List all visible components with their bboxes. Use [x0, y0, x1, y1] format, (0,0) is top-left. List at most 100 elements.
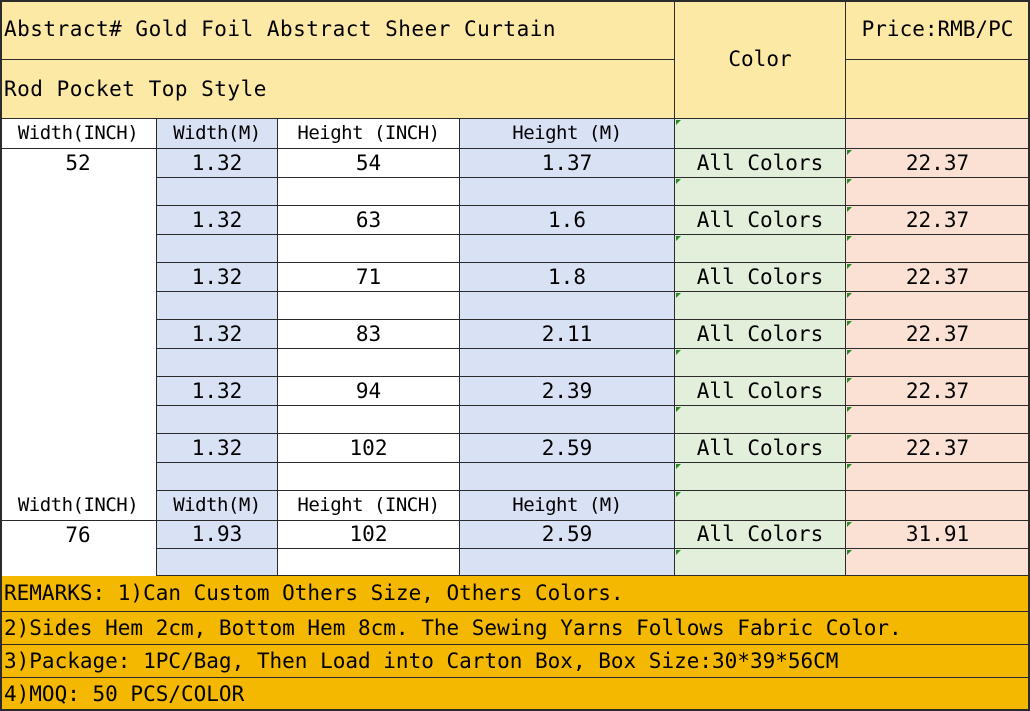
blank-cell — [157, 463, 278, 491]
blank-cell — [460, 463, 675, 491]
cell-height-m: 2.39 — [460, 377, 675, 406]
cell-price: 22.37 — [846, 377, 1030, 406]
blank-cell — [846, 349, 1030, 377]
blank-cell — [460, 549, 675, 576]
cell-width-inch: 52 — [0, 149, 157, 178]
blank-cell — [278, 463, 460, 491]
cell-height-inch: 71 — [278, 263, 460, 292]
cell-width-m: 1.32 — [157, 377, 278, 406]
blank-cell — [846, 292, 1030, 320]
cell-width-inch — [0, 320, 157, 349]
price-header-blank — [846, 491, 1030, 521]
blank-cell — [157, 406, 278, 434]
cell-width-m: 1.32 — [157, 434, 278, 463]
blank-cell — [846, 463, 1030, 491]
color-header: Color — [675, 0, 846, 119]
cell-price: 22.37 — [846, 320, 1030, 349]
cell-color: All Colors — [675, 377, 846, 406]
cell-height-m: 2.59 — [460, 434, 675, 463]
cell-color: All Colors — [675, 434, 846, 463]
blank-cell — [278, 292, 460, 320]
blank-cell — [278, 235, 460, 263]
cell-height-inch: 54 — [278, 149, 460, 178]
blank-cell — [675, 292, 846, 320]
cell-width-inch: 76 — [0, 521, 157, 549]
blank-cell — [0, 178, 157, 206]
blank-cell — [0, 549, 157, 576]
blank-cell — [460, 292, 675, 320]
title-line-1: Abstract# Gold Foil Abstract Sheer Curta… — [0, 0, 675, 60]
blank-cell — [0, 235, 157, 263]
cell-color: All Colors — [675, 263, 846, 292]
cell-price: 22.37 — [846, 149, 1030, 178]
cell-color: All Colors — [675, 149, 846, 178]
color-header-blank — [675, 491, 846, 521]
blank-cell — [675, 178, 846, 206]
cell-height-m: 1.8 — [460, 263, 675, 292]
cell-height-m: 1.37 — [460, 149, 675, 178]
blank-cell — [846, 549, 1030, 576]
cell-width-inch — [0, 206, 157, 235]
blank-cell — [278, 549, 460, 576]
title-line-2: Rod Pocket Top Style — [0, 60, 675, 119]
blank-cell — [0, 349, 157, 377]
cell-color: All Colors — [675, 206, 846, 235]
remark-line-3: 3)Package: 1PC/Bag, Then Load into Carto… — [0, 645, 1030, 678]
cell-width-m: 1.32 — [157, 206, 278, 235]
blank-cell — [846, 235, 1030, 263]
cell-height-inch: 63 — [278, 206, 460, 235]
blank-cell — [846, 406, 1030, 434]
blank-cell — [157, 549, 278, 576]
color-header-blank — [675, 119, 846, 149]
col-height-m-header: Height (M) — [460, 491, 675, 521]
cell-width-m: 1.32 — [157, 320, 278, 349]
cell-color: All Colors — [675, 521, 846, 549]
cell-price: 31.91 — [846, 521, 1030, 549]
blank-cell — [460, 235, 675, 263]
cell-height-inch: 94 — [278, 377, 460, 406]
cell-height-m: 2.59 — [460, 521, 675, 549]
cell-height-m: 1.6 — [460, 206, 675, 235]
price-header: Price:RMB/PC — [846, 0, 1030, 60]
blank-cell — [675, 235, 846, 263]
blank-cell — [0, 292, 157, 320]
blank-cell — [157, 349, 278, 377]
blank-cell — [460, 178, 675, 206]
cell-width-m: 1.32 — [157, 263, 278, 292]
cell-width-m: 1.32 — [157, 149, 278, 178]
blank-cell — [0, 406, 157, 434]
price-sheet: Abstract# Gold Foil Abstract Sheer Curta… — [0, 0, 1030, 711]
blank-cell — [460, 349, 675, 377]
cell-color: All Colors — [675, 320, 846, 349]
blank-cell — [157, 178, 278, 206]
cell-price: 22.37 — [846, 206, 1030, 235]
blank-cell — [278, 178, 460, 206]
col-height-inch-header: Height (INCH) — [278, 119, 460, 149]
blank-cell — [0, 463, 157, 491]
remark-line-1: REMARKS: 1)Can Custom Others Size, Other… — [0, 576, 1030, 612]
cell-width-inch — [0, 263, 157, 292]
remark-line-4: 4)MOQ: 50 PCS/COLOR — [0, 678, 1030, 711]
cell-width-inch — [0, 434, 157, 463]
col-height-m-header: Height (M) — [460, 119, 675, 149]
blank-cell — [157, 292, 278, 320]
col-width-inch-header: Width(INCH) — [0, 491, 157, 521]
cell-height-inch: 102 — [278, 434, 460, 463]
cell-height-m: 2.11 — [460, 320, 675, 349]
price-header-spacer — [846, 60, 1030, 119]
cell-price: 22.37 — [846, 434, 1030, 463]
blank-cell — [675, 463, 846, 491]
blank-cell — [157, 235, 278, 263]
blank-cell — [460, 406, 675, 434]
cell-height-inch: 102 — [278, 521, 460, 549]
blank-cell — [278, 349, 460, 377]
cell-height-inch: 83 — [278, 320, 460, 349]
blank-cell — [278, 406, 460, 434]
col-width-m-header: Width(M) — [157, 491, 278, 521]
cell-width-m: 1.93 — [157, 521, 278, 549]
blank-cell — [675, 549, 846, 576]
price-header-blank — [846, 119, 1030, 149]
cell-price: 22.37 — [846, 263, 1030, 292]
remark-line-2: 2)Sides Hem 2cm, Bottom Hem 8cm. The Sew… — [0, 612, 1030, 645]
col-height-inch-header: Height (INCH) — [278, 491, 460, 521]
